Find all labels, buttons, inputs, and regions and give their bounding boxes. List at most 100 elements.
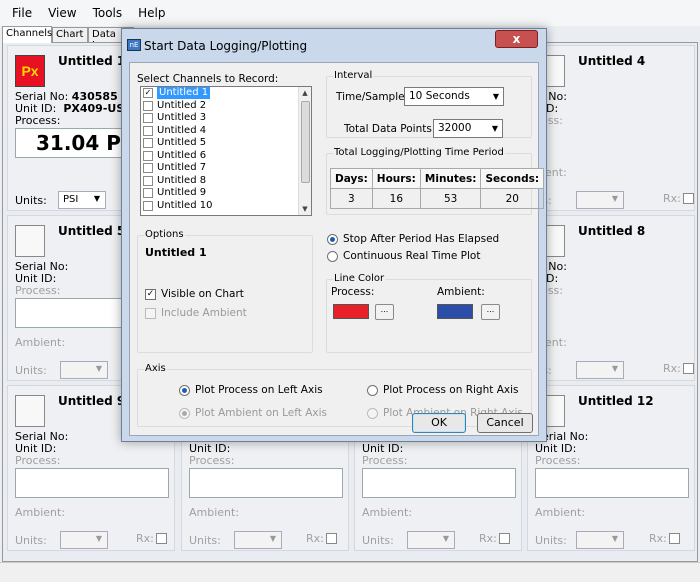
checkbox[interactable] xyxy=(143,125,153,136)
units-select[interactable]: ▼ xyxy=(407,531,455,549)
chevron-down-icon: ▼ xyxy=(492,92,499,101)
seconds-header: Seconds: xyxy=(480,168,545,189)
scroll-down-icon[interactable]: ▼ xyxy=(299,203,311,215)
list-item[interactable]: Untitled 8 xyxy=(141,175,311,188)
px-logo: Px xyxy=(15,55,45,87)
options-channel-name: Untitled 1 xyxy=(145,246,207,259)
list-item[interactable]: ✓ Untitled 1 xyxy=(141,87,311,100)
units-select[interactable]: ▼ xyxy=(234,531,282,549)
checkbox[interactable] xyxy=(143,100,153,111)
rx-checkbox[interactable]: Rx: xyxy=(663,192,694,205)
checkbox[interactable] xyxy=(143,138,153,149)
list-item[interactable]: Untitled 2 xyxy=(141,100,311,113)
process-value xyxy=(535,468,689,498)
tab-chart[interactable]: Chart xyxy=(52,27,88,43)
interval-group: Interval Time/Sample: 10 Seconds ▼ Total … xyxy=(326,70,532,138)
list-item[interactable]: Untitled 5 xyxy=(141,137,311,150)
units-select[interactable]: ▼ xyxy=(60,361,108,379)
list-item[interactable]: Untitled 10 xyxy=(141,200,311,213)
include-ambient-checkbox[interactable] xyxy=(145,308,156,319)
axis-group: Axis Plot Process on Left Axis Plot Ambi… xyxy=(137,363,532,427)
scroll-up-icon[interactable]: ▲ xyxy=(299,87,311,99)
units-label: Units: xyxy=(15,194,47,207)
process-label: Process: xyxy=(189,454,235,467)
rx-checkbox[interactable]: Rx: xyxy=(649,532,680,545)
dialog-title: Start Data Logging/Plotting xyxy=(144,39,308,53)
channel-list[interactable]: ✓ Untitled 1 Untitled 2 Untitled 3 Untitl… xyxy=(140,86,312,216)
continuous-plot-radio[interactable] xyxy=(327,251,338,262)
units-select[interactable]: ▼ xyxy=(60,531,108,549)
tab-channels[interactable]: Channels xyxy=(2,26,52,43)
rx-checkbox[interactable]: Rx: xyxy=(479,532,510,545)
units-label: Units: xyxy=(15,364,47,377)
channel-title: Untitled 4 xyxy=(578,54,646,68)
continuous-plot-label: Continuous Real Time Plot xyxy=(343,250,481,262)
menu-help[interactable]: Help xyxy=(130,6,173,20)
stop-after-radio[interactable] xyxy=(327,234,338,245)
list-item[interactable]: Untitled 3 xyxy=(141,112,311,125)
scroll-thumb[interactable] xyxy=(301,101,310,183)
process-value xyxy=(189,468,343,498)
days-header: Days: xyxy=(330,168,373,189)
channel-title: Untitled 8 xyxy=(578,224,646,238)
ambient-color-button[interactable]: ... xyxy=(481,304,500,320)
dialog-titlebar[interactable]: nE Start Data Logging/Plotting x xyxy=(122,29,546,62)
close-button[interactable]: x xyxy=(495,30,538,48)
ambient-label: Ambient: xyxy=(15,336,66,349)
list-item[interactable]: Untitled 6 xyxy=(141,150,311,163)
checkbox[interactable] xyxy=(143,175,153,186)
ok-button[interactable]: OK xyxy=(412,413,466,433)
minutes-value: 53 xyxy=(419,188,482,209)
channel-title: Untitled 1 xyxy=(58,54,126,68)
ambient-left-radio[interactable] xyxy=(179,408,190,419)
checkbox[interactable] xyxy=(143,200,153,211)
line-color-label: Line Color xyxy=(333,273,386,284)
units-select[interactable]: ▼ xyxy=(576,361,624,379)
process-value xyxy=(15,468,169,498)
close-icon: x xyxy=(512,32,521,46)
list-item[interactable]: Untitled 9 xyxy=(141,187,311,200)
rx-checkbox[interactable]: Rx: xyxy=(136,532,167,545)
units-select[interactable]: ▼ xyxy=(576,531,624,549)
process-label: Process: xyxy=(15,114,61,127)
ambient-label: Ambient: xyxy=(189,506,240,519)
channel-title: Untitled 5 xyxy=(58,224,126,238)
process-right-radio[interactable] xyxy=(367,385,378,396)
channel-list-scrollbar[interactable]: ▲ ▼ xyxy=(298,87,311,215)
rx-checkbox[interactable]: Rx: xyxy=(306,532,337,545)
total-points-select[interactable]: 32000 ▼ xyxy=(433,119,503,138)
units-select[interactable]: PSI ▼ xyxy=(58,191,106,209)
time-sample-select[interactable]: 10 Seconds ▼ xyxy=(404,87,504,106)
menu-view[interactable]: View xyxy=(40,6,84,20)
chevron-down-icon: ▼ xyxy=(95,364,102,373)
checkbox[interactable] xyxy=(143,163,153,174)
units-label: Units: xyxy=(535,534,567,547)
chevron-down-icon: ▼ xyxy=(491,124,498,133)
channel-panel-4: Untitled 4 al No: t ID: cess: bient: its… xyxy=(527,45,695,211)
checkbox[interactable] xyxy=(143,150,153,161)
chevron-down-icon: ▼ xyxy=(611,364,618,373)
process-label: Process: xyxy=(15,454,61,467)
process-color-button[interactable]: ... xyxy=(375,304,394,320)
ambient-label: Ambient: xyxy=(362,506,413,519)
rx-checkbox[interactable]: Rx: xyxy=(663,362,694,375)
process-label: Process: xyxy=(535,454,581,467)
menu-bar: File View Tools Help xyxy=(0,0,700,26)
menu-tools[interactable]: Tools xyxy=(85,6,131,20)
units-select[interactable]: ▼ xyxy=(576,191,624,209)
options-group: Options Untitled 1 ✓ Visible on Chart In… xyxy=(137,229,313,353)
process-label: Process: xyxy=(362,454,408,467)
menu-file[interactable]: File xyxy=(4,6,40,20)
process-left-radio[interactable] xyxy=(179,385,190,396)
stop-after-label: Stop After Period Has Elapsed xyxy=(343,233,500,245)
axis-label: Axis xyxy=(144,363,167,374)
seconds-value: 20 xyxy=(480,188,545,209)
checkbox[interactable] xyxy=(143,113,153,124)
ambient-right-radio[interactable] xyxy=(367,408,378,419)
list-item[interactable]: Untitled 4 xyxy=(141,125,311,138)
visible-on-chart-checkbox[interactable]: ✓ xyxy=(145,289,156,300)
cancel-button[interactable]: Cancel xyxy=(477,413,533,433)
list-item[interactable]: Untitled 7 xyxy=(141,162,311,175)
checkbox[interactable] xyxy=(143,188,153,199)
checkbox[interactable]: ✓ xyxy=(143,88,153,99)
